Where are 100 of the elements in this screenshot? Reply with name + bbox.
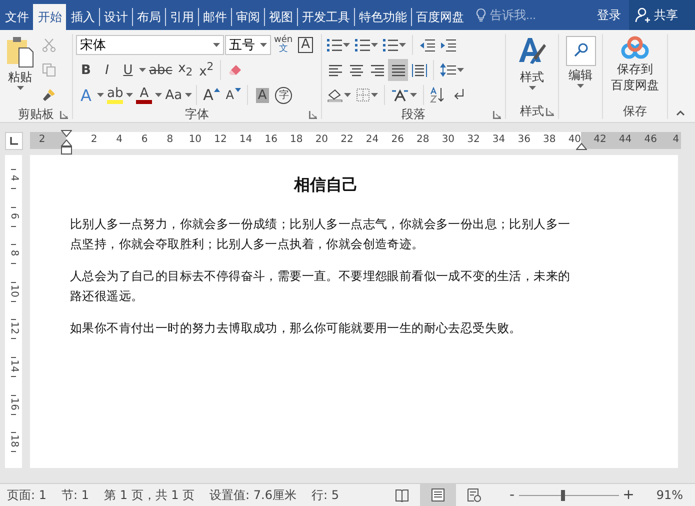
- ruler-number: 12: [8, 322, 19, 335]
- dialog-launcher-icon[interactable]: [546, 108, 554, 116]
- caret-icon: [97, 93, 104, 97]
- ruler-number: 44: [618, 134, 632, 145]
- character-border-button[interactable]: A: [296, 34, 316, 56]
- text-effect-button[interactable]: A: [76, 84, 96, 106]
- ribbon-tab[interactable]: 审阅: [231, 8, 264, 26]
- indent-marker-icon[interactable]: [61, 130, 72, 156]
- ribbon-tab[interactable]: 开发工具: [297, 8, 354, 26]
- save-to-cloud-button[interactable]: 保存到 百度网盘: [608, 34, 662, 103]
- ruler-number: 2: [90, 134, 98, 145]
- editing-button[interactable]: 编辑: [562, 34, 598, 103]
- ribbon-tab[interactable]: 布局: [132, 8, 165, 26]
- status-text: 第 1 页，共 1 页: [104, 486, 195, 504]
- zoom-slider-thumb[interactable]: [560, 490, 565, 500]
- phonetic-guide-button[interactable]: wén 文: [272, 34, 295, 56]
- align-distribute-icon: [412, 64, 426, 76]
- group-label: 保存: [623, 102, 647, 120]
- collapse-ribbon-icon[interactable]: [676, 110, 685, 116]
- zoom-in-button[interactable]: +: [618, 487, 638, 503]
- align-justify-button[interactable]: [388, 59, 408, 81]
- ribbon-tab[interactable]: 文件: [0, 4, 33, 30]
- shrink-font-button[interactable]: A: [223, 84, 244, 106]
- font-color-button[interactable]: A: [134, 84, 154, 106]
- subscript-button[interactable]: x$_{2}$: [175, 59, 196, 81]
- dialog-launcher-icon[interactable]: [309, 111, 317, 119]
- ruler-number: 14: [8, 360, 19, 372]
- print-view-button[interactable]: [420, 484, 456, 506]
- document-title: 相信自己: [292, 175, 359, 196]
- caret-icon: [399, 43, 406, 47]
- grid-icon: [356, 88, 370, 102]
- caret-icon: [155, 93, 162, 97]
- ruler-number: 40: [568, 134, 582, 145]
- italic-button[interactable]: I: [97, 59, 117, 81]
- font-name-field[interactable]: 宋体: [76, 35, 224, 55]
- ribbon-tab[interactable]: 设计: [99, 8, 132, 26]
- highlight-button[interactable]: ab: [105, 84, 126, 106]
- group-label: 剪贴板: [18, 106, 54, 122]
- ruler-number: 38: [543, 134, 556, 145]
- group-label: 段落: [402, 106, 426, 122]
- zoom-out-button[interactable]: -: [506, 487, 519, 503]
- right-indent-marker-icon[interactable]: [576, 143, 587, 151]
- dialog-launcher-icon[interactable]: [493, 111, 501, 119]
- ruler-number: 36: [518, 134, 530, 145]
- up-triangle-icon: [214, 88, 220, 92]
- bold-button[interactable]: B: [76, 59, 96, 81]
- caret-icon: [260, 43, 267, 47]
- ribbon-tab[interactable]: 邮件: [198, 8, 231, 26]
- superscript-button[interactable]: x$^{2}$: [196, 59, 216, 81]
- ruler-number: 14: [239, 134, 252, 145]
- font-size-field[interactable]: 五号: [225, 35, 271, 55]
- caret-icon: [371, 43, 378, 47]
- book-icon: [394, 488, 409, 502]
- numbered-list-icon: [355, 38, 370, 52]
- character-shading-button[interactable]: A: [252, 84, 272, 106]
- underline-button[interactable]: U: [118, 59, 138, 81]
- align-center-icon: [348, 64, 364, 76]
- align-right-icon: [370, 64, 384, 76]
- ruler-number: 2: [38, 134, 46, 145]
- caret-icon: [185, 93, 192, 97]
- lightbulb-icon: [476, 8, 486, 22]
- ribbon-tab[interactable]: 百度网盘: [411, 8, 468, 26]
- strike-button[interactable]: abc: [147, 59, 174, 81]
- status-text: 节: 1: [62, 486, 89, 504]
- chinese-layout-icon: [391, 88, 409, 102]
- caret-icon: [410, 93, 417, 97]
- ruler-number: 8: [8, 250, 19, 256]
- align-left-icon: [328, 64, 342, 76]
- document-paragraph: 比别人多一点努力，你就会多一份成绩；比别人多一点志气，你就会多一份出息；比别人多一点坚持，你就会夺取胜利；比别人多一点执着，你就会创造奇迹。: [70, 216, 572, 253]
- ruler-number: 30: [442, 134, 455, 145]
- scissors-icon: [42, 38, 56, 52]
- caret-icon: [213, 43, 220, 47]
- ribbon-tab[interactable]: 特色功能: [354, 8, 411, 26]
- copy-icon: [42, 63, 56, 77]
- case-button[interactable]: Aa: [163, 84, 184, 106]
- ruler-number: 22: [340, 134, 354, 145]
- ribbon-tab[interactable]: 开始: [33, 4, 66, 30]
- ruler-number: 42: [594, 134, 606, 145]
- dialog-launcher-icon[interactable]: [60, 111, 68, 119]
- tab-stop-button[interactable]: [5, 132, 23, 150]
- search-icon: [566, 36, 596, 66]
- tab-stop-icon: [10, 136, 18, 144]
- numbered-list-icon: [383, 38, 398, 52]
- zoom-percentage: 91%: [656, 488, 683, 502]
- sign-in-link[interactable]: 登录: [597, 0, 621, 30]
- caret-icon: [577, 84, 584, 88]
- ribbon-tab[interactable]: 引用: [165, 8, 198, 26]
- caret-icon: [139, 68, 146, 72]
- paint-bucket-icon: [327, 88, 343, 102]
- ribbon-tab[interactable]: 视图: [264, 8, 297, 26]
- styles-button[interactable]: 样式: [514, 34, 550, 103]
- ruler-number: 20: [315, 134, 328, 145]
- ruler-number: 6: [8, 212, 19, 219]
- group-label: 字体: [185, 106, 209, 122]
- grow-font-button[interactable]: A: [201, 84, 222, 106]
- tell-me-field[interactable]: 告诉我...: [490, 8, 550, 22]
- person-add-icon: [635, 7, 651, 23]
- paste-button[interactable]: 粘贴: [3, 34, 37, 106]
- ribbon-tab[interactable]: 插入: [66, 4, 99, 30]
- share-button[interactable]: 共享: [629, 0, 695, 30]
